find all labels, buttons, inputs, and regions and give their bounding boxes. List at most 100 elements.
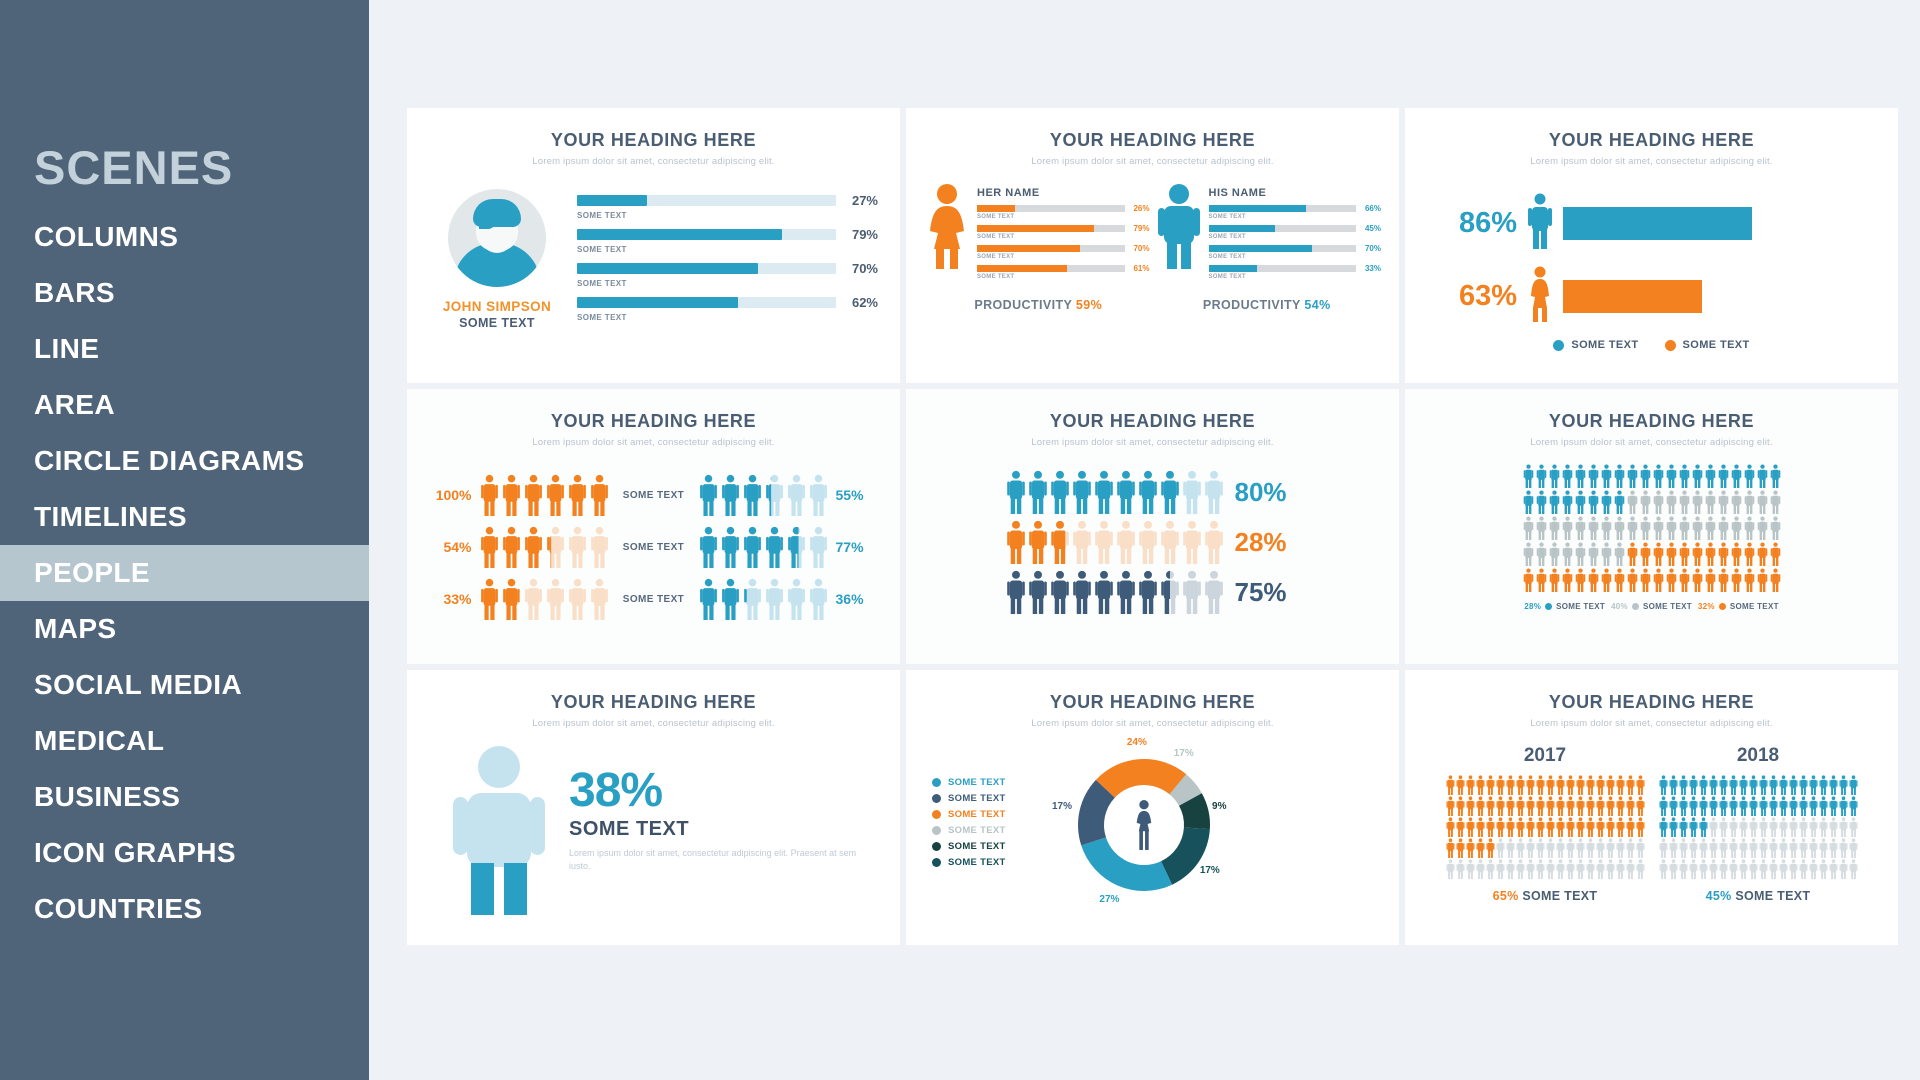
card-big-bars[interactable]: YOUR HEADING HERE Lorem ipsum dolor sit … [1405, 108, 1898, 383]
card-dual-pictogram[interactable]: YOUR HEADING HERE Lorem ipsum dolor sit … [407, 389, 900, 664]
bar-track [977, 205, 1125, 212]
right-pictogram [699, 578, 828, 620]
sidebar-item-people[interactable]: PEOPLE [0, 545, 369, 601]
bar-value: 79% [851, 226, 878, 242]
his-productivity: PRODUCTIVITY 54% [1203, 298, 1331, 312]
bar-fill [1208, 245, 1312, 252]
legend-dot [932, 810, 941, 819]
sidebar-item-area[interactable]: AREA [0, 377, 369, 433]
pictogram-row [1446, 817, 1645, 837]
slice-label: 17% [1051, 801, 1072, 813]
her-productivity-value: 59% [1075, 298, 1103, 312]
bar-label: SOME TEXT [977, 274, 1015, 280]
avatar-block: JOHN SIMPSON SOME TEXT [433, 189, 561, 330]
bar-label: SOME TEXT [1208, 254, 1246, 260]
card2-heading: YOUR HEADING HERE [1049, 130, 1256, 150]
card-gender-compare[interactable]: YOUR HEADING HERE Lorem ipsum dolor sit … [906, 108, 1399, 383]
his-title: HIS NAME [1208, 187, 1267, 199]
bar-label: SOME TEXT [1208, 274, 1246, 280]
card7-big-label: SOME TEXT [569, 817, 690, 840]
legend-value: 40% [1611, 602, 1628, 611]
year-caption: SOME TEXT [1735, 889, 1811, 903]
legend-item: SOME TEXT [932, 777, 1042, 788]
legend-dot [932, 826, 941, 835]
person-name: JOHN SIMPSON [442, 299, 552, 314]
card1-heading: YOUR HEADING HERE [550, 130, 757, 150]
row-value: 28% [1234, 526, 1287, 557]
pictogram-row [1659, 775, 1858, 795]
bar-label: SOME TEXT [977, 214, 1015, 220]
left-value: 100% [435, 487, 472, 503]
pictogram-row [1659, 817, 1858, 837]
person-figure-icon [451, 745, 547, 915]
sidebar-title: SCENES [34, 141, 234, 194]
year-footer: 45% SOME TEXT [1659, 889, 1858, 903]
pictogram-row [1659, 796, 1858, 816]
sidebar-item-circle-diagrams[interactable]: CIRCLE DIAGRAMS [0, 433, 369, 489]
sidebar-item-countries[interactable]: COUNTRIES [0, 881, 369, 937]
card4-row: 100% SOME TEXT 55% [427, 474, 880, 516]
male-icon [1527, 193, 1553, 254]
right-value: 36% [835, 591, 864, 607]
card4-subheading: Lorem ipsum dolor sit amet, consectetur … [532, 437, 775, 448]
female-icon [1527, 266, 1553, 327]
card-single-figure[interactable]: YOUR HEADING HERE Lorem ipsum dolor sit … [407, 670, 900, 945]
bar-value: 45% [1364, 224, 1381, 233]
sidebar-item-social-media[interactable]: SOCIAL MEDIA [0, 657, 369, 713]
card2-bar-row: 61% SOME TEXT [977, 264, 1150, 280]
sidebar-item-maps[interactable]: MAPS [0, 601, 369, 657]
card2-bar-row: 33% SOME TEXT [1208, 264, 1381, 280]
bar-fill [577, 296, 738, 308]
bar-track [577, 296, 836, 308]
card-triple-pictogram[interactable]: YOUR HEADING HERE Lorem ipsum dolor sit … [906, 389, 1399, 664]
bar-value: 70% [851, 260, 878, 276]
card-profile-bars[interactable]: YOUR HEADING HERE Lorem ipsum dolor sit … [407, 108, 900, 383]
year-caption: SOME TEXT [1522, 889, 1598, 903]
sidebar-item-columns[interactable]: COLUMNS [0, 209, 369, 265]
template-grid: YOUR HEADING HERE Lorem ipsum dolor sit … [407, 108, 1902, 945]
pictogram-row [1446, 796, 1645, 816]
sidebar-item-business[interactable]: BUSINESS [0, 769, 369, 825]
card4-row: 54% SOME TEXT 77% [427, 526, 880, 568]
legend-item: SOME TEXT [932, 793, 1042, 804]
bar-track [977, 225, 1125, 232]
row-label: SOME TEXT [622, 489, 685, 501]
legend-dot [932, 794, 941, 803]
bar-track [577, 228, 836, 240]
bar-fill [1208, 265, 1258, 272]
card3-heading: YOUR HEADING HERE [1548, 130, 1755, 150]
her-productivity-label: PRODUCTIVITY [974, 298, 1073, 312]
row-label: SOME TEXT [622, 593, 685, 605]
legend-item: SOME TEXT [1664, 339, 1750, 351]
sidebar-item-medical[interactable]: MEDICAL [0, 713, 369, 769]
sidebar-item-line[interactable]: LINE [0, 321, 369, 377]
card-donut[interactable]: YOUR HEADING HERE Lorem ipsum dolor sit … [906, 670, 1399, 945]
card-year-compare[interactable]: YOUR HEADING HERE Lorem ipsum dolor sit … [1405, 670, 1898, 945]
legend-dot [1631, 603, 1639, 610]
bar-track [977, 265, 1125, 272]
card-grid-pictogram[interactable]: YOUR HEADING HERE Lorem ipsum dolor sit … [1405, 389, 1898, 664]
legend-label: SOME TEXT [1729, 602, 1779, 611]
bar-label: SOME TEXT [577, 244, 627, 254]
sidebar-item-bars[interactable]: BARS [0, 265, 369, 321]
card3-bar-row: 63% [1439, 266, 1864, 327]
legend-label: SOME TEXT [1556, 602, 1606, 611]
card9-heading: YOUR HEADING HERE [1548, 692, 1755, 712]
avatar [448, 189, 546, 287]
legend-dot [932, 842, 941, 851]
legend-dot [1553, 339, 1565, 351]
card2-bar-row: 45% SOME TEXT [1208, 224, 1381, 240]
her-title: HER NAME [977, 187, 1040, 199]
card3-bar-row: 86% [1439, 193, 1864, 254]
card5-row: 80% [932, 470, 1379, 514]
bar-label: SOME TEXT [577, 210, 627, 220]
sidebar-item-timelines[interactable]: TIMELINES [0, 489, 369, 545]
bar-label: SOME TEXT [577, 312, 627, 322]
year-value: 65% [1492, 889, 1519, 903]
bar-value: 66% [1364, 204, 1381, 213]
legend-label: SOME TEXT [948, 841, 1006, 852]
card5-subheading: Lorem ipsum dolor sit amet, consectetur … [1031, 437, 1274, 448]
sidebar-item-icon-graphs[interactable]: ICON GRAPHS [0, 825, 369, 881]
right-value: 55% [835, 487, 864, 503]
bar-fill [977, 205, 1016, 212]
